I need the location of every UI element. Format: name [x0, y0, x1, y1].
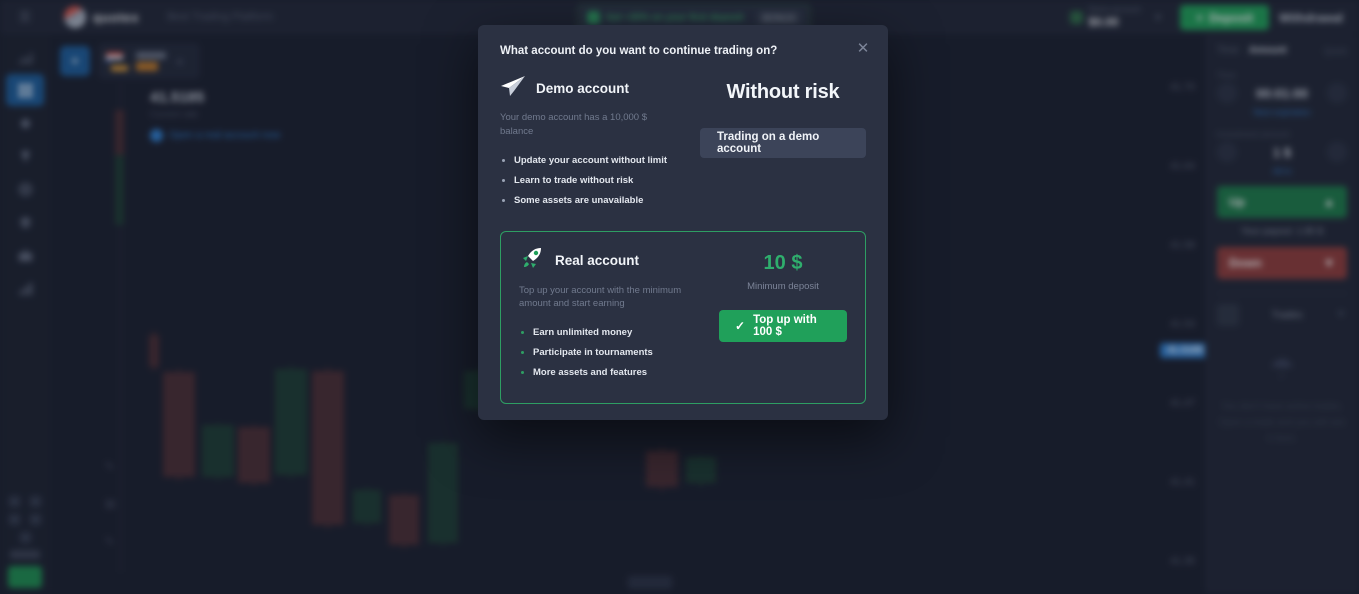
minimum-deposit-amount: 10 $ [763, 251, 803, 274]
demo-account-section: Demo account Your demo account has a 10,… [500, 57, 866, 215]
real-account-section[interactable]: Real account Top up your account with th… [500, 230, 866, 405]
list-item: Some assets are unavailable [500, 195, 700, 206]
demo-description: Your demo account has a 10,000 $ balance [500, 112, 648, 137]
trade-demo-button[interactable]: Trading on a demo account [700, 128, 866, 158]
real-header: Real account [519, 246, 719, 275]
demo-account-name: Demo account [536, 81, 630, 96]
close-icon[interactable]: ✕ [852, 37, 874, 59]
modal-title: What account do you want to continue tra… [500, 45, 778, 57]
account-choice-modal: What account do you want to continue tra… [478, 25, 888, 420]
list-item: Update your account without limit [500, 155, 700, 166]
check-icon: ✓ [735, 318, 746, 333]
rocket-icon [519, 246, 545, 275]
real-description: Top up your account with the minimum amo… [519, 284, 682, 310]
minimum-deposit-caption: Minimum deposit [747, 280, 819, 292]
trading-app: ☰ quotex Best Trading Platform Get +30% … [0, 0, 1359, 594]
demo-headline: Without risk [726, 81, 840, 103]
list-item: Earn unlimited money [519, 327, 719, 338]
trade-demo-label: Trading on a demo account [717, 131, 820, 155]
list-item: Participate in tournaments [519, 347, 719, 358]
list-item: More assets and features [519, 367, 719, 378]
top-up-button[interactable]: ✓ Top up with 100 $ [719, 309, 847, 342]
demo-feature-list: Update your account without limit Learn … [500, 155, 700, 206]
real-account-name: Real account [555, 252, 640, 268]
top-up-label: Top up with 100 $ [753, 313, 817, 338]
demo-header: Demo account [500, 75, 700, 102]
real-feature-list: Earn unlimited money Participate in tour… [519, 327, 719, 378]
paper-plane-icon [500, 75, 526, 102]
list-item: Learn to trade without risk [500, 175, 700, 186]
